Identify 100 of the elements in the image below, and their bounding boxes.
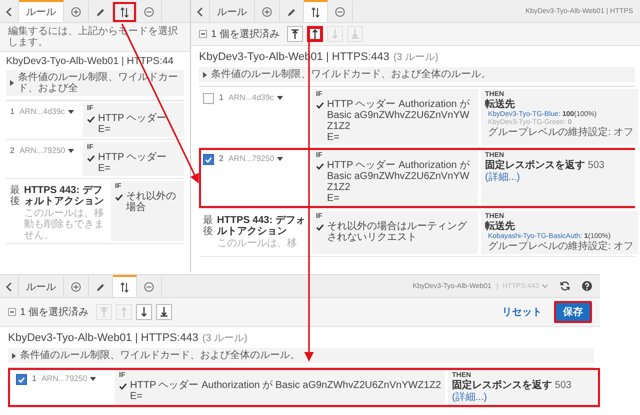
caret-icon bbox=[68, 148, 74, 152]
fixed-response-text: 固定レスポンスを返す 503 (詳細...) bbox=[452, 380, 572, 403]
move-down-button[interactable] bbox=[136, 304, 152, 320]
reorder-tab[interactable] bbox=[113, 275, 137, 297]
up-down-arrows-icon bbox=[311, 6, 320, 18]
condition-text: E= bbox=[130, 391, 144, 402]
stickiness-setting: グループレベルの維持設定: オフ bbox=[487, 241, 634, 252]
check-icon bbox=[316, 224, 324, 231]
arrow-down-icon bbox=[331, 29, 340, 39]
rule-number: 2 bbox=[219, 154, 224, 163]
rules-tab[interactable]: ルール bbox=[19, 0, 64, 22]
details-link[interactable]: (詳細...) bbox=[485, 172, 520, 182]
refresh-icon[interactable] bbox=[560, 281, 570, 291]
save-button[interactable]: 保存 bbox=[554, 301, 592, 323]
caret-icon bbox=[277, 156, 284, 160]
condition-text: HTTP ヘッダー Authorization が Basic aG9nZWhvZ2U6ZnVnYWZ1Z2 bbox=[327, 160, 471, 193]
up-down-arrows-icon bbox=[120, 282, 129, 292]
check-icon bbox=[87, 155, 95, 162]
caret-icon bbox=[542, 284, 548, 288]
info-bar[interactable]: 条件値のルール制限、ワイルドカード、および全体のルール。 bbox=[8, 348, 594, 363]
default-action-note: このルールは、移 bbox=[217, 238, 298, 249]
caret-icon bbox=[276, 96, 283, 100]
arrow-down-icon bbox=[140, 307, 148, 317]
check-icon bbox=[119, 383, 127, 390]
selection-count: 1 個を選択済み bbox=[211, 28, 280, 41]
check-icon bbox=[115, 194, 123, 201]
check-icon bbox=[87, 116, 95, 123]
rule-number: 最後 bbox=[10, 185, 20, 207]
default-action-name: HTTPS 443: デフォルトアクション bbox=[24, 185, 105, 207]
rule-number: 2 bbox=[10, 146, 14, 155]
reorder-tab[interactable] bbox=[304, 0, 328, 22]
selection-count: 1 個を選択済み bbox=[20, 306, 88, 319]
deselect-icon[interactable] bbox=[199, 30, 207, 38]
help-icon[interactable] bbox=[582, 281, 592, 291]
info-bar[interactable]: 条件値のルール制限、ワイルドカード、および全体のルール。 bbox=[199, 67, 635, 82]
arn-dropdown[interactable]: ARN...4d39c bbox=[19, 107, 74, 116]
move-to-bottom-button[interactable] bbox=[156, 304, 172, 320]
arrow-to-top-icon bbox=[291, 29, 300, 39]
caret-icon bbox=[68, 110, 74, 114]
plus-circle-icon bbox=[71, 282, 81, 292]
arrow-to-top-icon bbox=[100, 307, 108, 317]
info-text: 条件値のルール制限、ワイルドカード、および全体のルール。 bbox=[211, 69, 491, 80]
row-checkbox[interactable] bbox=[203, 154, 214, 165]
condition-text: HTTP ヘッダー Authorization が Basic aG9nZWhvZ2U6ZnVnYWZ1Z2 bbox=[130, 380, 441, 391]
row-checkbox[interactable] bbox=[203, 93, 214, 104]
fixed-response-text: 固定レスポンスを返す 503 (詳細...) bbox=[485, 160, 606, 183]
expand-triangle-icon bbox=[203, 72, 207, 78]
check-icon bbox=[316, 163, 324, 170]
arrow-to-bottom-icon bbox=[160, 307, 168, 317]
pencil-icon bbox=[96, 282, 105, 292]
condition-text: E= bbox=[98, 124, 112, 135]
chevron-left-icon bbox=[6, 7, 12, 17]
arrow-up-icon bbox=[311, 29, 320, 39]
condition-text: E= bbox=[98, 163, 112, 174]
plus-circle-icon bbox=[71, 7, 81, 17]
pencil-icon bbox=[287, 8, 296, 16]
up-down-arrows-icon bbox=[120, 6, 129, 18]
minus-circle-icon bbox=[144, 282, 154, 292]
chevron-left-icon bbox=[6, 282, 12, 292]
arn-dropdown[interactable]: ARN...4d39c bbox=[228, 93, 283, 102]
default-action-note: このルールは、移動も削除もできません。 bbox=[24, 208, 105, 241]
minus-circle-icon bbox=[335, 7, 345, 17]
action-type: 転送先 bbox=[485, 99, 515, 110]
pencil-icon bbox=[96, 8, 105, 16]
move-up-button[interactable] bbox=[307, 26, 324, 42]
rule-number: 1 bbox=[32, 374, 36, 383]
stickiness-setting: グループレベルの維持設定: オフ bbox=[487, 127, 634, 138]
listener-title: KbyDev3-Tyo-Alb-Web01 | HTTPS:443 bbox=[8, 332, 198, 344]
expand-triangle-icon bbox=[12, 352, 16, 358]
caret-icon bbox=[90, 376, 96, 380]
expand-triangle-icon bbox=[10, 80, 14, 86]
details-link[interactable]: (詳細...) bbox=[452, 392, 487, 402]
arn-dropdown[interactable]: ARN...79250 bbox=[41, 374, 96, 383]
move-to-top-button[interactable] bbox=[287, 26, 304, 42]
condition-text: HTTP ヘッダー bbox=[98, 152, 167, 163]
rules-tab[interactable]: ルール bbox=[210, 0, 255, 22]
arrow-up-icon bbox=[120, 307, 128, 317]
minus-circle-icon bbox=[144, 7, 154, 17]
row-checkbox[interactable] bbox=[16, 374, 27, 385]
rule-number: 最後 bbox=[203, 215, 213, 237]
rule-number: 1 bbox=[219, 93, 224, 102]
condition-text: それ以外の場合はルーティングされないリクエスト bbox=[327, 221, 468, 243]
chevron-left-icon bbox=[197, 7, 203, 17]
rules-tab[interactable]: ルール bbox=[19, 275, 64, 297]
deselect-icon[interactable] bbox=[8, 308, 16, 316]
condition-text: HTTP ヘッダー Authorization が Basic aG9nZWhvZ2U6ZnVnYWZ1Z2 bbox=[327, 99, 471, 132]
condition-text: HTTP ヘッダー bbox=[98, 113, 167, 124]
info-text: 条件値のルール制限、ワイルドカード、および全体のルール。 bbox=[20, 350, 300, 361]
default-action-name: HTTPS 443: デフォルトアクション bbox=[217, 215, 306, 237]
plus-circle-icon bbox=[262, 7, 272, 17]
reorder-tab[interactable] bbox=[113, 0, 137, 22]
rule-number: 1 bbox=[10, 107, 14, 116]
arn-dropdown[interactable]: ARN...79250 bbox=[228, 154, 284, 163]
action-type: 転送先 bbox=[485, 221, 515, 232]
rule-count: (3 ルール) bbox=[393, 51, 438, 64]
condition-text: E= bbox=[327, 193, 341, 204]
check-icon bbox=[316, 102, 324, 109]
condition-text: それ以外の場合 bbox=[126, 191, 177, 213]
arn-dropdown[interactable]: ARN...79250 bbox=[19, 146, 74, 155]
reset-link[interactable]: リセット bbox=[502, 305, 542, 319]
